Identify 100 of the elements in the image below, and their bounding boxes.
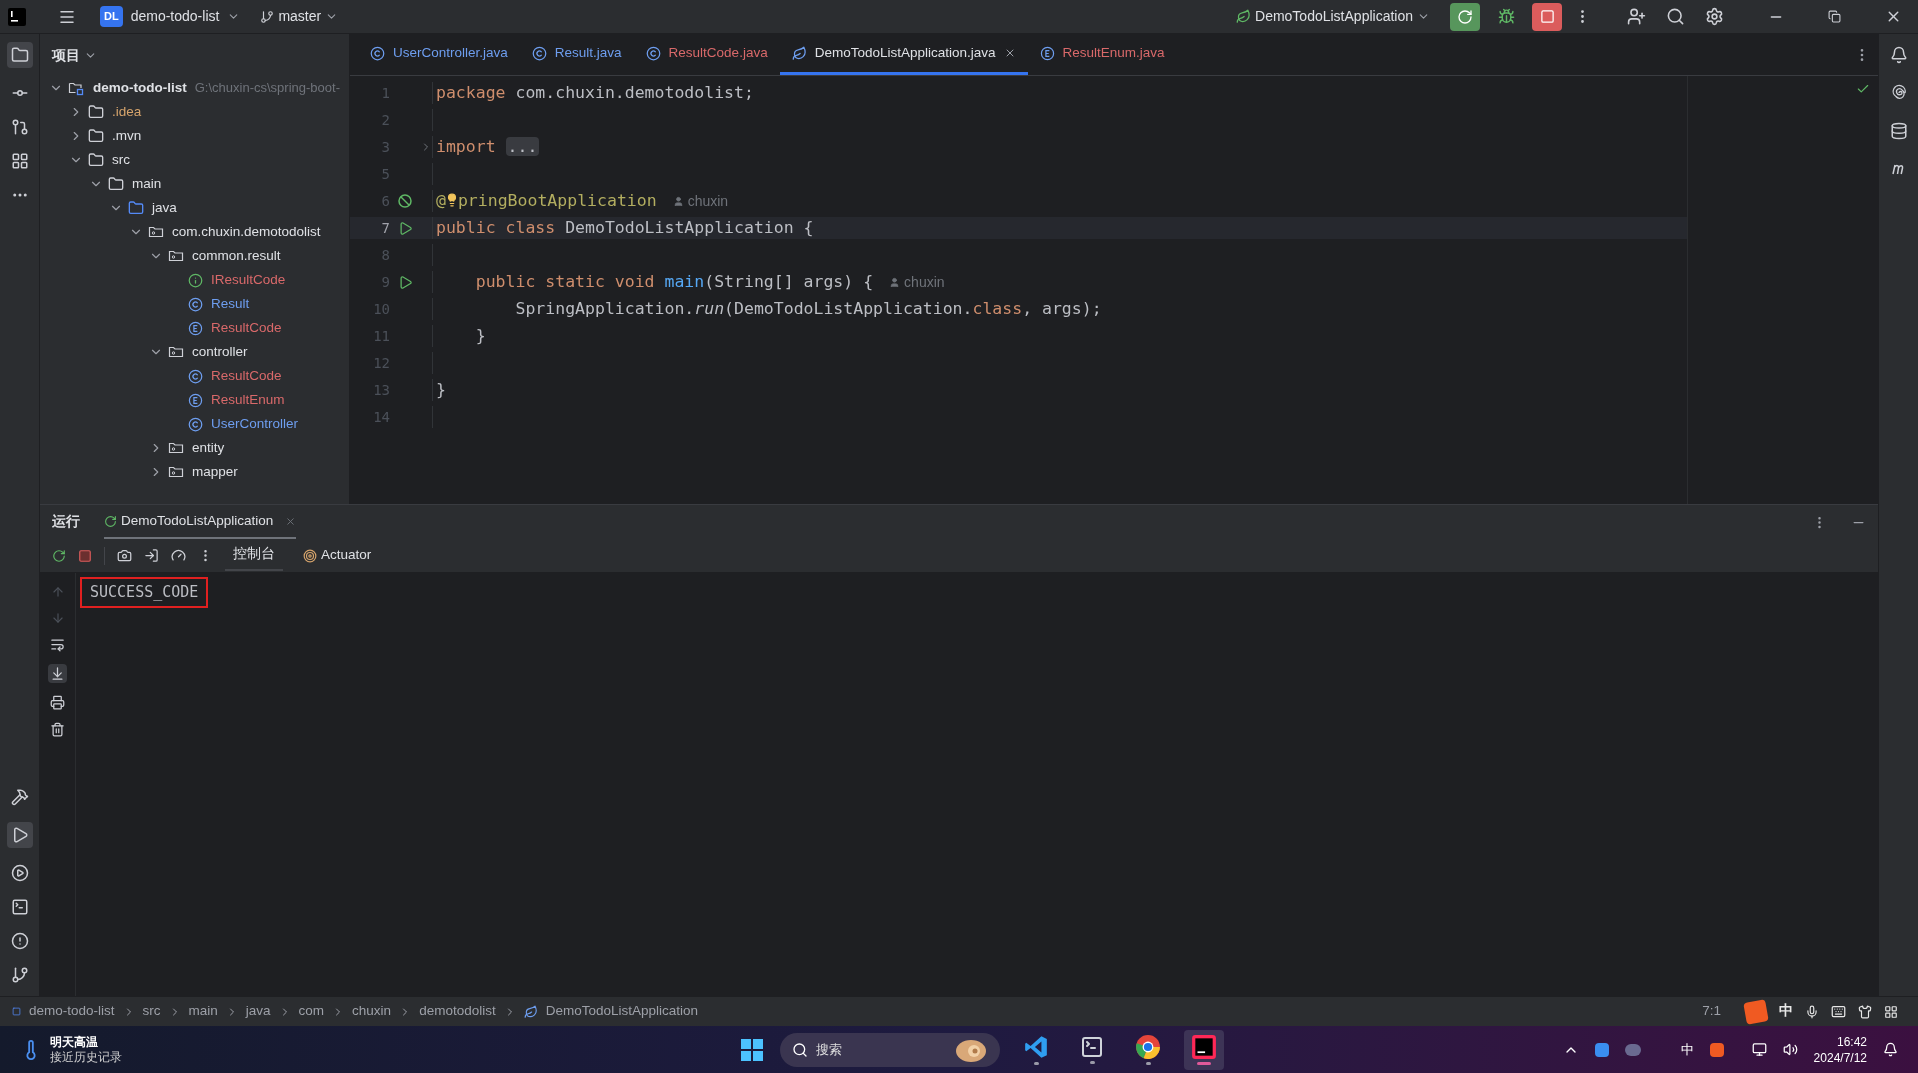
settings-icon[interactable] — [1705, 7, 1724, 26]
notifications-icon[interactable] — [1883, 1042, 1898, 1057]
author-hint[interactable]: chuxin — [672, 190, 729, 212]
taskbar-app[interactable] — [1184, 1029, 1224, 1070]
tree-item[interactable]: common.result — [192, 245, 281, 267]
services-icon[interactable] — [10, 864, 29, 882]
console-tab[interactable]: 控制台 — [225, 540, 283, 571]
editor-tab[interactable]: Result.java — [519, 34, 634, 75]
terminal-icon — [1080, 1035, 1104, 1059]
notifications-icon[interactable] — [1889, 46, 1908, 64]
author-hint[interactable]: chuxin — [889, 271, 945, 293]
shirt-icon[interactable] — [1858, 1004, 1872, 1019]
class-icon — [188, 368, 203, 384]
add-user-icon[interactable] — [1627, 7, 1646, 26]
problems-icon[interactable] — [10, 932, 29, 950]
caret-position[interactable]: 7:1 — [1702, 1001, 1721, 1022]
soft-wrap-icon[interactable] — [50, 637, 65, 652]
clock-time[interactable]: 16:42 — [1836, 1033, 1867, 1050]
enum-icon — [1039, 45, 1055, 61]
scroll-to-end-toggle[interactable] — [48, 664, 67, 683]
code-token: class — [972, 298, 1023, 318]
tree-item[interactable]: .idea — [112, 101, 142, 123]
tree-item[interactable]: Result — [211, 293, 250, 315]
ide-logo-icon — [8, 7, 26, 26]
ime-tray-icon[interactable] — [1709, 1042, 1724, 1057]
editor-tab[interactable]: UserController.java — [358, 34, 520, 75]
rerun-button[interactable] — [1450, 2, 1480, 31]
tree-item[interactable]: java — [152, 197, 177, 219]
tree-item[interactable]: com.chuxin.demotodolist — [172, 221, 321, 243]
code-token: run — [694, 298, 725, 318]
close-tab-icon[interactable] — [285, 515, 297, 527]
tree-item[interactable]: IResultCode — [211, 269, 286, 291]
folder-icon — [88, 104, 104, 120]
breadcrumb[interactable]: DemoTodoListApplication — [545, 1001, 698, 1022]
pull-request-icon[interactable] — [10, 118, 29, 136]
grid-icon[interactable] — [1884, 1004, 1898, 1019]
restore-icon[interactable] — [1828, 10, 1841, 23]
taskbar-search[interactable]: 搜索 — [780, 1032, 1000, 1067]
breadcrumb[interactable]: chuxin — [352, 1001, 392, 1022]
tray-app-icon[interactable] — [1594, 1042, 1609, 1057]
exit-icon[interactable] — [144, 548, 159, 563]
project-selector[interactable]: DL demo-todo-list — [100, 6, 241, 27]
console-tab[interactable]: Actuator — [295, 540, 380, 571]
editor-tab[interactable]: ResultCode.java — [633, 34, 780, 75]
tree-item[interactable]: ResultCode — [211, 365, 282, 387]
tree-item[interactable]: entity — [192, 437, 225, 459]
tree-item[interactable]: UserController — [211, 413, 299, 435]
code-token: SpringApplication. — [514, 298, 695, 318]
gauge-icon[interactable] — [171, 548, 186, 563]
camera-icon[interactable] — [117, 548, 132, 563]
branch-selector[interactable]: master — [260, 6, 339, 27]
run-tool-button[interactable] — [6, 822, 33, 848]
run-icon[interactable] — [397, 274, 413, 290]
structure-icon[interactable] — [10, 152, 29, 170]
print-icon[interactable] — [50, 695, 65, 710]
breadcrumb[interactable]: java — [245, 1001, 271, 1022]
rerun-icon[interactable] — [52, 548, 66, 563]
input-method[interactable]: 中 — [1680, 1039, 1694, 1060]
editor-tab[interactable]: ResultEnum.java — [1027, 34, 1177, 75]
microphone-icon[interactable] — [1805, 1004, 1819, 1019]
breadcrumb[interactable]: demo-todo-list — [29, 1001, 115, 1022]
tree-item[interactable]: ResultCode — [211, 317, 282, 339]
module-icon — [68, 80, 85, 96]
network-icon[interactable] — [1751, 1042, 1767, 1057]
folder-icon — [128, 200, 144, 216]
ime-mode[interactable]: 中 — [1779, 1001, 1793, 1022]
database-icon[interactable] — [1889, 122, 1908, 140]
tree-item[interactable]: mapper — [192, 461, 238, 483]
tree-item[interactable]: ResultEnum — [211, 389, 285, 411]
search-icon[interactable] — [1666, 7, 1685, 26]
console-output: SUCCESS_CODE — [80, 577, 209, 608]
stop-button[interactable] — [1532, 2, 1562, 31]
run-config-selector[interactable]: DemoTodoListApplication — [1236, 6, 1430, 27]
panel-title: 运行 — [52, 512, 80, 531]
project-tool-button[interactable] — [6, 42, 33, 68]
tree-item[interactable]: controller — [192, 341, 248, 363]
tree-item[interactable]: .mvn — [112, 125, 142, 147]
trash-icon[interactable] — [50, 722, 65, 737]
volume-icon[interactable] — [1782, 1042, 1798, 1057]
stop-icon[interactable] — [78, 548, 92, 563]
tree-item[interactable]: src — [112, 149, 130, 171]
breadcrumb[interactable]: com — [298, 1001, 325, 1022]
git-icon[interactable] — [10, 966, 29, 984]
tree-item[interactable]: main — [132, 173, 162, 195]
weather-detail[interactable]: 接近历史记录 — [50, 1049, 122, 1065]
breadcrumb[interactable]: src — [142, 1001, 161, 1022]
folded-code[interactable]: ... — [505, 136, 540, 156]
project-view-selector[interactable]: 项目 — [52, 44, 97, 66]
editor-tab[interactable]: DemoTodoListApplication.java — [779, 34, 1028, 75]
tray-app-icon[interactable] — [1624, 1043, 1641, 1056]
start-icon[interactable] — [740, 1037, 764, 1062]
weather-title[interactable]: 明天高温 — [50, 1034, 122, 1050]
terminal-icon[interactable] — [10, 898, 29, 916]
keyboard-icon[interactable] — [1831, 1004, 1846, 1019]
run-icon[interactable] — [397, 220, 413, 236]
breadcrumb[interactable]: main — [188, 1001, 218, 1022]
clock-date[interactable]: 2024/7/12 — [1813, 1049, 1867, 1066]
hammer-icon[interactable] — [10, 788, 29, 806]
breadcrumb[interactable]: demotodolist — [419, 1001, 496, 1022]
tree-item[interactable]: demo-todo-list — [93, 77, 187, 99]
